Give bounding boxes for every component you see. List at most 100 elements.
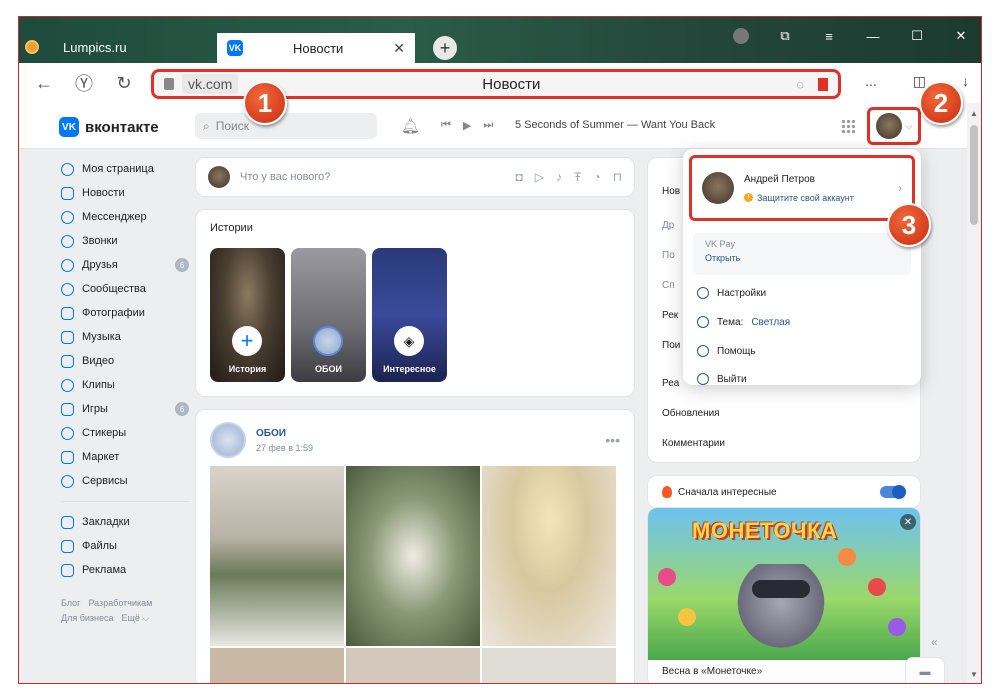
menu-item-theme[interactable]: Тема: Светлая [697,316,790,328]
bookmark-icon[interactable] [818,77,828,91]
footer-link-more[interactable]: Ещё ⌵ [122,613,150,623]
collections-icon[interactable]: ⧉ [763,25,807,47]
sidebar-item-stickers[interactable]: Стикеры [61,421,189,445]
reload-icon[interactable]: ↻ [109,73,139,94]
promo-image[interactable]: МОНЕТОЧКА ✕ [648,508,920,660]
promo-caption[interactable]: Весна в «Монеточке» [662,666,762,677]
story-interesting[interactable]: ◈ Интересное [372,248,447,382]
sidebar-item-bookmarks[interactable]: Закладки [61,510,189,534]
filter-item[interactable]: Рек [662,310,678,321]
interesting-first-toggle-row[interactable]: Сначала интересные [647,475,921,509]
close-window-icon[interactable]: ✕ [939,25,981,47]
chat-button[interactable]: ▬ [905,657,945,683]
close-icon[interactable]: ✕ [900,514,916,530]
story-create[interactable]: + История [210,248,285,382]
lock-icon[interactable]: ⊓ [613,170,622,184]
vk-logo[interactable]: VK вконтакте [59,117,159,137]
post-author[interactable]: ОБОИ [256,428,313,439]
tab-lumpics[interactable]: Lumpics.ru [25,33,127,61]
vk-pay-open-link[interactable]: Открыть [705,253,899,263]
now-playing[interactable]: 5 Seconds of Summer — Want You Back [515,119,715,131]
scroll-thumb[interactable] [970,125,978,225]
sidebar-item-ads[interactable]: Реклама [61,558,189,582]
close-tab-icon[interactable]: ✕ [393,40,405,57]
post-composer[interactable]: Что у вас нового? ◘ ▷ ♪ Ŧ ◔ ⊓ [195,157,635,197]
post-date[interactable]: 27 фев в 1:59 [256,443,313,453]
sidebar-item-friends[interactable]: Друзья 6 [61,253,189,277]
sidebar-item-my-page[interactable]: Моя страница [61,157,189,181]
menu-item-settings[interactable]: Настройки [697,287,766,299]
filter-item[interactable]: Реа [662,378,679,389]
sidebar-item-clips[interactable]: Клипы [61,373,189,397]
tab-vk-news[interactable]: VK Новости ✕ [217,33,415,63]
sidebar-item-market[interactable]: Маркет [61,445,189,469]
play-icon[interactable]: ▶ [463,119,471,132]
post-photo[interactable] [210,466,344,646]
next-track-icon[interactable]: ⏭ [483,119,493,132]
scroll-up-icon[interactable]: ▲ [970,109,978,118]
scroll-down-icon[interactable]: ▼ [970,670,978,679]
post-photo[interactable] [346,466,480,646]
sidebar-item-music[interactable]: Музыка [61,325,189,349]
sidebar-item-label: Моя страница [82,163,154,175]
filter-item[interactable]: Нов [662,186,680,197]
sidebar-item-calls[interactable]: Звонки [61,229,189,253]
music-note-icon[interactable]: ♪ [556,170,562,184]
sidebar-item-video[interactable]: Видео [61,349,189,373]
collapse-icon[interactable]: « [931,635,938,649]
filter-item[interactable]: Др [662,220,674,231]
download-icon[interactable]: ↓ [962,73,969,90]
sidebar-item-messenger[interactable]: Мессенджер [61,205,189,229]
filter-item[interactable]: По [662,250,675,261]
account-item[interactable]: Андрей Петров ! Защитите свой аккаунт › [689,155,915,221]
sidebar-item-communities[interactable]: Сообщества [61,277,189,301]
minimize-icon[interactable]: — [851,25,895,47]
filter-item-comments[interactable]: Комментарии [662,438,725,449]
text-icon[interactable]: Ŧ [574,170,581,184]
interesting-first-toggle[interactable] [880,485,906,499]
camera-icon[interactable]: ◘ [516,170,523,184]
filter-item[interactable]: Сп [662,280,675,291]
yandex-icon[interactable]: Ⓨ [69,70,99,96]
sidebar-item-games[interactable]: Игры 6 [61,397,189,421]
filter-item-updates[interactable]: Обновления [662,408,720,419]
filter-item[interactable]: Пои [662,340,680,351]
video-icon[interactable]: ▷ [535,170,544,184]
bulb-icon[interactable]: ◔ [593,170,600,184]
post-photo[interactable] [210,648,344,683]
avatar[interactable] [210,422,246,458]
sidebar-item-news[interactable]: Новости [61,181,189,205]
account-warning[interactable]: ! Защитите свой аккаунт [744,193,854,203]
player-controls: ⏮ ▶ ⏭ [441,119,493,132]
post-photo[interactable] [346,648,480,683]
promo-card[interactable]: МОНЕТОЧКА ✕ Весна в «Монеточке» [647,507,921,683]
shopping-bag-icon [61,450,74,464]
back-icon[interactable]: ← [29,73,59,94]
menu-item-help[interactable]: Помощь [697,345,756,357]
menu-icon[interactable]: ≡ [807,25,851,47]
footer-link-business[interactable]: Для бизнеса [61,613,114,623]
sidebar-item-services[interactable]: Сервисы [61,469,189,493]
new-tab-button[interactable]: + [433,36,457,60]
footer-link-blog[interactable]: Блог [61,598,80,608]
sidebar-item-photos[interactable]: Фотографии [61,301,189,325]
chat-icon[interactable]: ◌ [796,77,804,92]
maximize-icon[interactable]: ☐ [895,25,939,47]
news-icon [61,186,74,200]
menu-item-logout[interactable]: Выйти [697,373,747,385]
post-photo[interactable] [482,648,616,683]
previous-track-icon[interactable]: ⏮ [441,119,451,132]
footer-link-dev[interactable]: Разработчикам [88,598,152,608]
page-scrollbar[interactable]: ▲ ▼ [967,103,981,683]
apps-grid-icon[interactable] [841,119,855,133]
more-button[interactable]: ... [865,73,877,90]
browser-window: Lumpics.ru VK Новости ✕ + ⧉ ≡ — ☐ ✕ ← Ⓨ … [18,16,982,684]
story-oboi[interactable]: ОБОИ [291,248,366,382]
profile-menu-button[interactable]: ⌵ [867,107,921,145]
post-photo[interactable] [482,466,616,646]
browser-profile-icon[interactable] [733,28,749,44]
notifications-icon[interactable]: 🔔︎ [401,117,420,135]
sidebar-item-files[interactable]: Файлы [61,534,189,558]
more-options-icon[interactable]: ••• [605,432,620,448]
search-input[interactable]: ⌕ Поиск [195,113,377,139]
